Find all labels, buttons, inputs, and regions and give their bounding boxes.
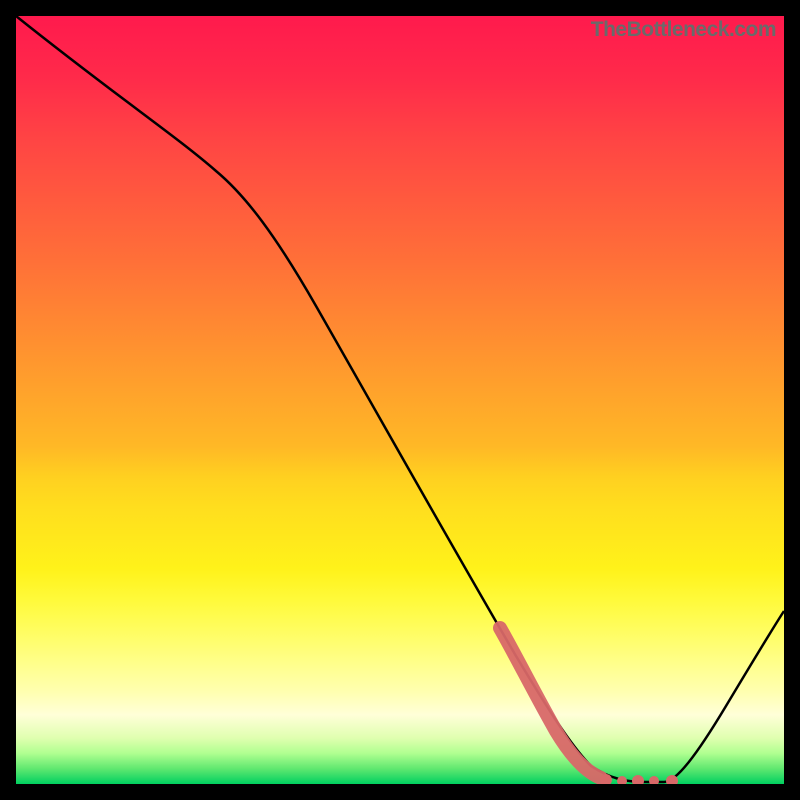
bottleneck-curve xyxy=(16,16,784,784)
chart-container: TheBottleneck.com xyxy=(0,0,800,800)
plot-area: TheBottleneck.com xyxy=(16,16,784,784)
